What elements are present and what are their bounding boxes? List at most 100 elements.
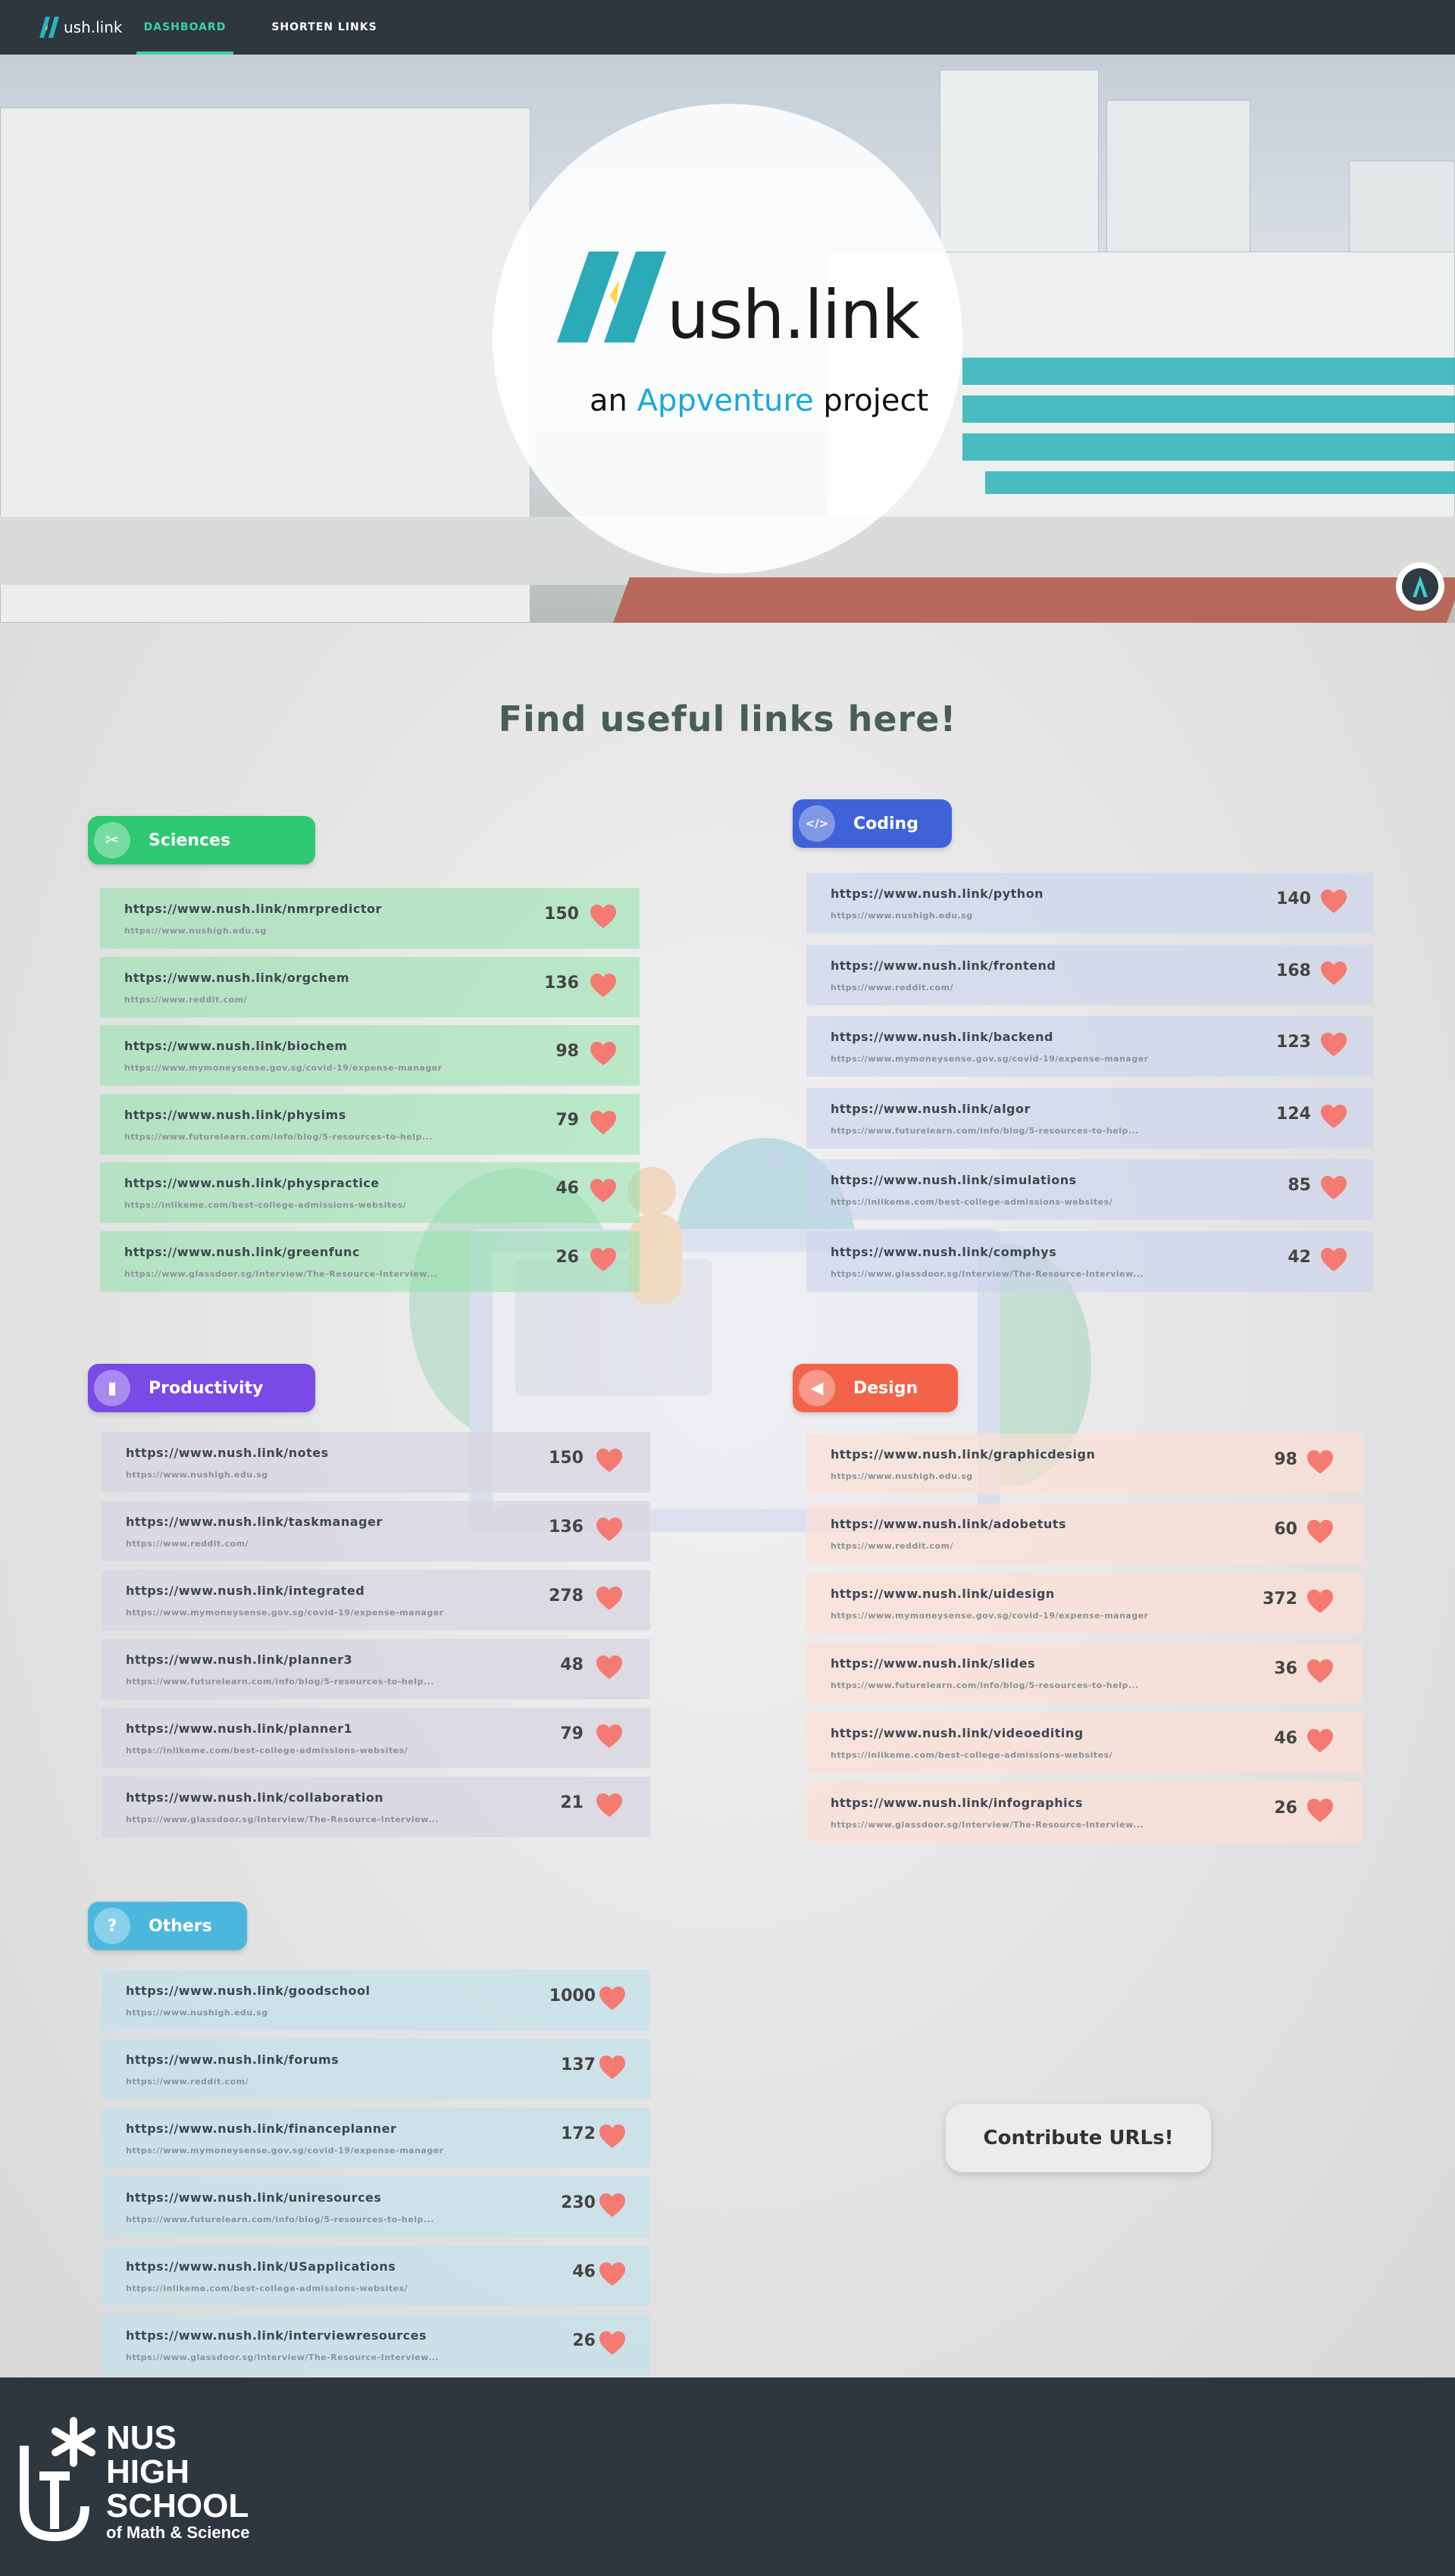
short-link-url[interactable]: https://www.nush.link/taskmanager [126,1515,383,1529]
heart-icon[interactable] [590,1041,617,1067]
nav-shorten-links[interactable]: SHORTEN LINKS [265,0,383,55]
short-link-url[interactable]: https://www.nush.link/orgchem [124,971,349,985]
short-link-url[interactable]: https://www.nush.link/biochem [124,1039,348,1053]
heart-icon[interactable] [1306,1798,1334,1824]
category-button-others[interactable]: ? Others [88,1902,247,1950]
contribute-urls-button[interactable]: Contribute URLs! [946,2104,1211,2172]
appventure-badge[interactable] [1396,562,1444,611]
heart-icon[interactable] [596,1724,623,1749]
heart-icon[interactable] [590,1110,617,1136]
heart-icon[interactable] [590,973,617,999]
heart-icon[interactable] [1306,1728,1334,1754]
short-link-url[interactable]: https://www.nush.link/comphys [831,1245,1056,1259]
heart-icon[interactable] [596,1517,623,1543]
short-link-url[interactable]: https://www.nush.link/algor [831,1102,1031,1116]
link-row[interactable]: https://www.nush.link/biochem https://www… [100,1025,640,1086]
heart-icon[interactable] [590,904,617,930]
heart-icon[interactable] [596,1655,623,1680]
short-link-url[interactable]: https://www.nush.link/nmrpredictor [124,902,382,916]
short-link-url[interactable]: https://www.nush.link/simulations [831,1173,1077,1187]
short-link-url[interactable]: https://www.nush.link/notes [126,1446,329,1460]
heart-icon[interactable] [596,1586,623,1612]
short-link-url[interactable]: https://www.nush.link/infographics [831,1796,1083,1810]
link-row[interactable]: https://www.nush.link/slides https://www.… [806,1643,1363,1703]
link-row[interactable]: https://www.nush.link/simulations https:/… [806,1159,1373,1220]
heart-icon[interactable] [599,2193,626,2218]
heart-icon[interactable] [1320,961,1347,986]
heart-icon[interactable] [1320,1247,1347,1273]
short-link-url[interactable]: https://www.nush.link/videoediting [831,1726,1084,1740]
link-row[interactable]: https://www.nush.link/physims https://www… [100,1094,640,1155]
brand-logo[interactable]: ush.link [36,14,123,41]
heart-icon[interactable] [599,2262,626,2287]
short-link-url[interactable]: https://www.nush.link/forums [126,2052,339,2067]
link-row[interactable]: https://www.nush.link/nmrpredictor https:… [100,888,640,949]
link-row[interactable]: https://www.nush.link/orgchem https://www… [100,957,640,1018]
heart-icon[interactable] [1306,1589,1334,1615]
heart-icon[interactable] [1306,1658,1334,1684]
heart-icon[interactable] [1306,1449,1334,1475]
short-link-url[interactable]: https://www.nush.link/slides [831,1656,1035,1671]
short-link-url[interactable]: https://www.nush.link/physims [124,1108,346,1122]
heart-icon[interactable] [590,1178,617,1204]
link-row[interactable]: https://www.nush.link/adobetuts https://w… [806,1503,1363,1564]
heart-icon[interactable] [1320,889,1347,914]
link-row[interactable]: https://www.nush.link/forums https://www.… [102,2039,650,2099]
heart-icon[interactable] [596,1448,623,1474]
short-link-url[interactable]: https://www.nush.link/collaboration [126,1790,383,1805]
link-row[interactable]: https://www.nush.link/infographics https:… [806,1782,1363,1843]
heart-icon[interactable] [1320,1032,1347,1058]
link-row[interactable]: https://www.nush.link/interviewresources… [102,2315,650,2375]
link-row[interactable]: https://www.nush.link/frontend https://ww… [806,945,1373,1005]
short-link-url[interactable]: https://www.nush.link/physpractice [124,1176,380,1190]
link-row[interactable]: https://www.nush.link/planner3 https://ww… [102,1639,650,1699]
short-link-url[interactable]: https://www.nush.link/financeplanner [126,2121,396,2136]
link-row[interactable]: https://www.nush.link/graphicdesign https… [806,1433,1363,1494]
category-button-design[interactable]: ◀ Design [793,1364,958,1412]
short-link-url[interactable]: https://www.nush.link/interviewresources [126,2328,427,2343]
short-link-url[interactable]: https://www.nush.link/uniresources [126,2190,381,2205]
link-row[interactable]: https://www.nush.link/notes https://www.n… [102,1432,650,1493]
category-button-coding[interactable]: </> Coding [793,799,952,848]
heart-icon[interactable] [1320,1104,1347,1130]
link-row[interactable]: https://www.nush.link/planner1 https://in… [102,1708,650,1768]
short-link-url[interactable]: https://www.nush.link/integrated [126,1583,365,1598]
short-link-url[interactable]: https://www.nush.link/uidesign [831,1587,1055,1601]
heart-icon[interactable] [590,1247,617,1273]
heart-icon[interactable] [1306,1519,1334,1545]
category-button-sciences[interactable]: ✂ Sciences [88,816,315,864]
heart-icon[interactable] [599,2124,626,2149]
link-row[interactable]: https://www.nush.link/physpractice https:… [100,1162,640,1223]
short-link-url[interactable]: https://www.nush.link/python [831,886,1044,901]
heart-icon[interactable] [596,1793,623,1818]
link-row[interactable]: https://www.nush.link/collaboration https… [102,1777,650,1837]
short-link-url[interactable]: https://www.nush.link/backend [831,1030,1053,1044]
link-row[interactable]: https://www.nush.link/algor https://www.f… [806,1088,1373,1149]
link-row[interactable]: https://www.nush.link/uniresources https:… [102,2177,650,2237]
link-row[interactable]: https://www.nush.link/integrated https://… [102,1570,650,1630]
short-link-url[interactable]: https://www.nush.link/graphicdesign [831,1447,1095,1462]
link-row[interactable]: https://www.nush.link/financeplanner http… [102,2108,650,2168]
heart-icon[interactable] [599,2331,626,2356]
short-link-url[interactable]: https://www.nush.link/planner3 [126,1652,352,1667]
link-row[interactable]: https://www.nush.link/backend https://www… [806,1016,1373,1077]
short-link-url[interactable]: https://www.nush.link/frontend [831,958,1056,973]
short-link-url[interactable]: https://www.nush.link/planner1 [126,1721,352,1736]
category-button-productivity[interactable]: ▮ Productivity [88,1364,315,1412]
link-row[interactable]: https://www.nush.link/goodschool https://… [102,1970,650,2030]
link-row[interactable]: https://www.nush.link/uidesign https://ww… [806,1573,1363,1633]
link-row[interactable]: https://www.nush.link/taskmanager https:/… [102,1501,650,1562]
link-row[interactable]: https://www.nush.link/python https://www.… [806,873,1373,933]
link-row[interactable]: https://www.nush.link/greenfunc https://w… [100,1231,640,1292]
nav-dashboard[interactable]: DASHBOARD [136,0,233,55]
short-link-url[interactable]: https://www.nush.link/adobetuts [831,1517,1066,1531]
short-link-url[interactable]: https://www.nush.link/greenfunc [124,1245,360,1259]
link-row[interactable]: https://www.nush.link/USapplications http… [102,2246,650,2306]
link-row[interactable]: https://www.nush.link/comphys https://www… [806,1231,1373,1292]
heart-icon[interactable] [599,1986,626,2012]
heart-icon[interactable] [599,2055,626,2080]
short-link-url[interactable]: https://www.nush.link/goodschool [126,1984,371,1998]
link-row[interactable]: https://www.nush.link/videoediting https:… [806,1712,1363,1773]
heart-icon[interactable] [1320,1175,1347,1201]
short-link-url[interactable]: https://www.nush.link/USapplications [126,2259,396,2274]
